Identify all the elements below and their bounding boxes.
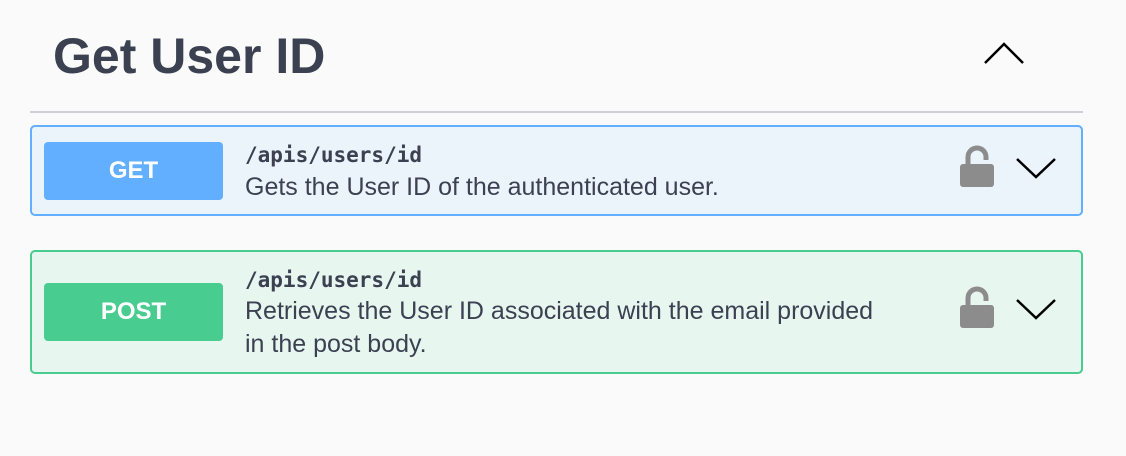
operation-summary[interactable]: Retrieves the User ID associated with th… <box>245 295 885 361</box>
operation-post-user-id[interactable]: POST /apis/users/id Retrieves the User I… <box>30 250 1083 374</box>
operation-path[interactable]: /apis/users/id <box>245 268 422 292</box>
operation-get-user-id[interactable]: GET /apis/users/id Gets the User ID of t… <box>30 125 1083 216</box>
chevron-up-icon[interactable] <box>982 36 1026 72</box>
method-badge-post[interactable]: POST <box>44 283 223 341</box>
section-header[interactable]: Get User ID <box>30 0 1083 113</box>
chevron-down-icon[interactable] <box>1014 294 1058 324</box>
unlocked-padlock-icon[interactable] <box>959 286 995 330</box>
method-badge-get[interactable]: GET <box>44 142 223 200</box>
section-title: Get User ID <box>53 28 326 84</box>
operation-summary[interactable]: Gets the User ID of the authenticated us… <box>245 171 719 204</box>
chevron-down-icon[interactable] <box>1014 153 1058 183</box>
unlocked-padlock-icon[interactable] <box>959 145 995 189</box>
operation-path[interactable]: /apis/users/id <box>245 143 422 167</box>
